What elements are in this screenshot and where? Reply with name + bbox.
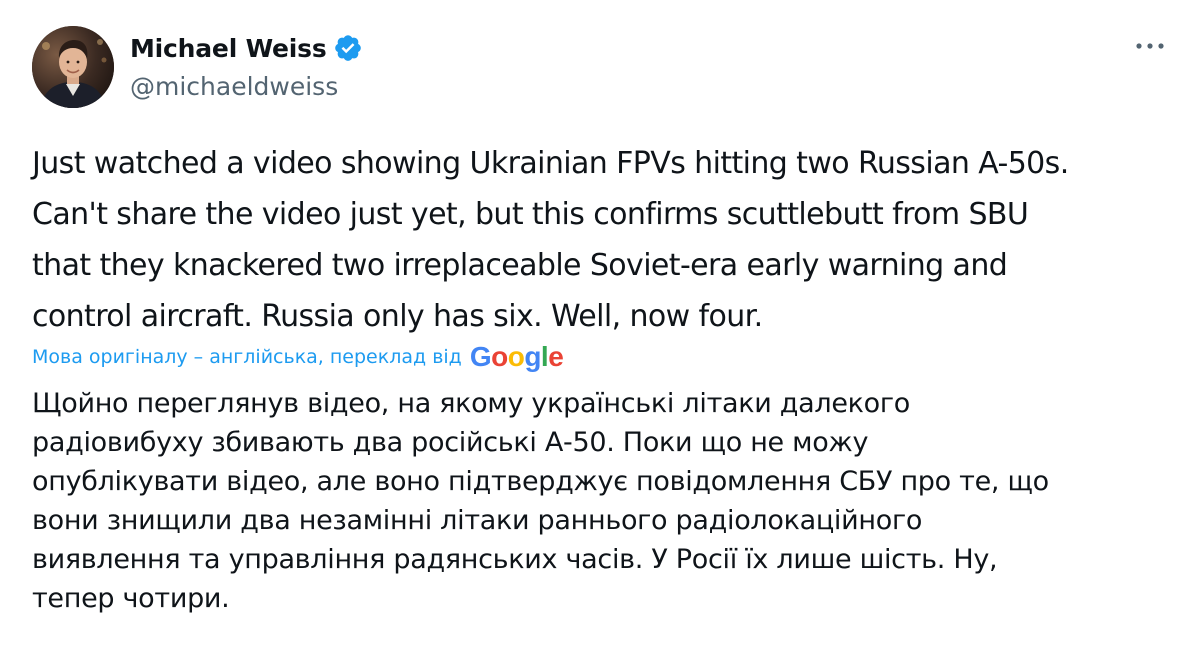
- more-options-icon[interactable]: [1132, 28, 1168, 64]
- display-name-row: Michael Weiss: [130, 30, 363, 66]
- tweet-text: Just watched a video showing Ukrainian F…: [32, 146, 1069, 334]
- author-handle[interactable]: @michaeldweiss: [130, 72, 363, 101]
- google-logo: Google: [469, 341, 564, 373]
- google-logo-letter: g: [524, 341, 541, 372]
- verified-badge-icon[interactable]: [333, 33, 363, 63]
- tweet-card: Michael Weiss @michaeldweiss Just watche…: [0, 0, 1200, 655]
- author-display-name[interactable]: Michael Weiss: [130, 34, 327, 63]
- author-names: Michael Weiss @michaeldweiss: [130, 30, 363, 101]
- google-logo-letter: o: [491, 341, 508, 372]
- author-avatar[interactable]: [32, 26, 114, 108]
- tweet-header: Michael Weiss @michaeldweiss: [32, 26, 1168, 108]
- translated-text: Щойно переглянув відео, на якому українс…: [32, 388, 1049, 614]
- avatar-photo-icon: [32, 26, 114, 108]
- google-logo-letter: G: [469, 341, 492, 372]
- google-logo-letter: o: [507, 341, 525, 372]
- translation-credit[interactable]: Мова оригіналу – англійська, переклад ві…: [32, 341, 564, 373]
- google-logo-letter: l: [540, 341, 549, 372]
- google-logo-letter: e: [548, 341, 564, 372]
- translation-credit-label: Мова оригіналу – англійська, переклад ві…: [32, 346, 462, 368]
